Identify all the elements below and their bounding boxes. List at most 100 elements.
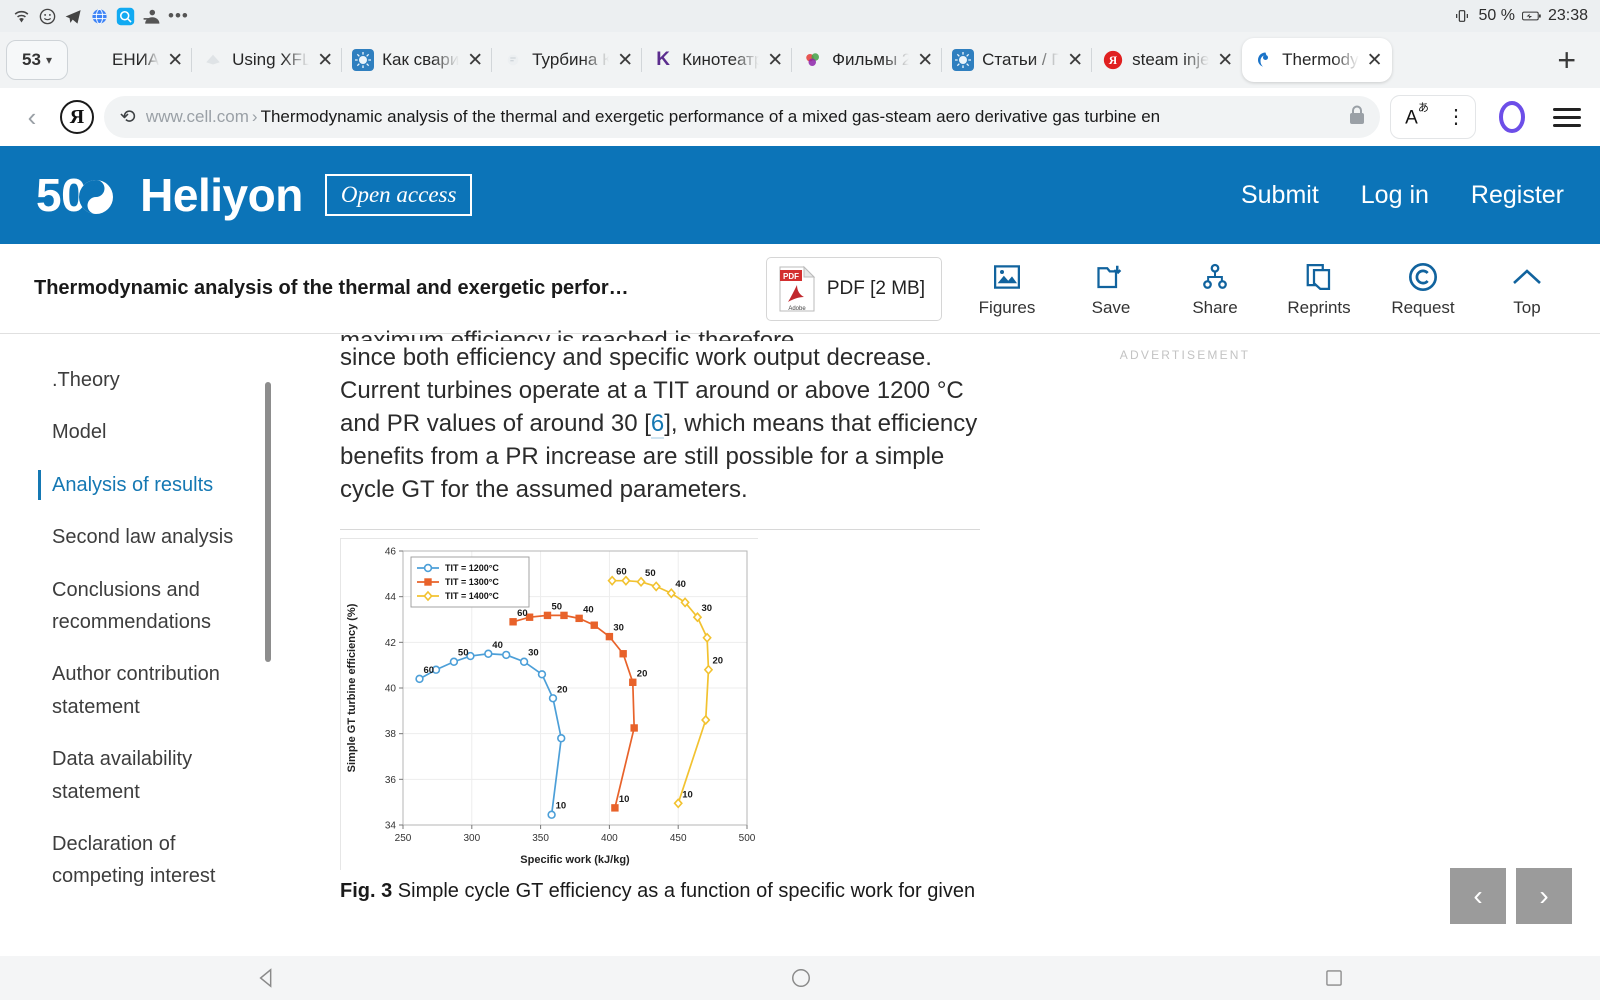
yandex-logo-icon[interactable]: Я xyxy=(60,100,94,134)
tab-title: Кинотеатр xyxy=(682,50,759,70)
article-outline-sidebar: .Theory Model Analysis of results Second… xyxy=(0,334,330,940)
recents-square-icon[interactable] xyxy=(1324,968,1344,988)
action-label: Figures xyxy=(979,298,1036,318)
browser-tab[interactable]: Как свари ✕ xyxy=(342,38,492,82)
svg-text:PDF: PDF xyxy=(783,272,799,281)
tab-close-button[interactable]: ✕ xyxy=(467,51,483,70)
svg-text:46: 46 xyxy=(385,546,397,557)
nav-submit-link[interactable]: Submit xyxy=(1241,181,1319,210)
browser-tab[interactable]: Я steam inje ✕ xyxy=(1092,38,1242,82)
action-share[interactable]: Share xyxy=(1176,260,1254,318)
pdf-button-label: PDF [2 MB] xyxy=(827,278,925,300)
sidebar-item-data-availability[interactable]: Data availability statement xyxy=(52,733,272,818)
svg-text:36: 36 xyxy=(385,774,397,785)
page-title: Thermodynamic analysis of the thermal an… xyxy=(34,277,629,300)
kebab-menu-button[interactable]: ⋮ xyxy=(1441,108,1471,126)
telegram-icon xyxy=(64,7,83,26)
advertisement-label: ADVERTISEMENT xyxy=(1020,348,1350,362)
overflow-dots-icon: ••• xyxy=(168,12,189,21)
action-figures[interactable]: Figures xyxy=(968,260,1046,318)
tab-count-button[interactable]: 53 ▾ xyxy=(6,40,68,80)
wifi-icon xyxy=(12,7,31,26)
sidebar-item-analysis-of-results[interactable]: Analysis of results xyxy=(52,459,272,511)
pdf-file-icon: PDF Adobe xyxy=(777,265,817,313)
action-label: Share xyxy=(1192,298,1237,318)
svg-text:Adobe: Adobe xyxy=(788,306,806,312)
sidebar-item-theory[interactable]: .Theory xyxy=(52,354,272,406)
tab-title: Фильмы 2 xyxy=(832,50,909,70)
pdf-download-button[interactable]: PDF Adobe PDF [2 MB] xyxy=(766,257,942,321)
action-request[interactable]: Request xyxy=(1384,260,1462,318)
svg-text:10: 10 xyxy=(556,800,567,811)
site-logo[interactable]: 50 Heliyon Open access xyxy=(36,168,472,222)
figure-3-chart[interactable]: 25030035040045050034363840424446Specific… xyxy=(340,538,758,870)
alice-assistant-icon[interactable] xyxy=(1494,99,1530,135)
browser-tab[interactable]: K Кинотеатр ✕ xyxy=(642,38,792,82)
sidebar-scrollbar[interactable] xyxy=(265,382,271,662)
action-top[interactable]: Top xyxy=(1488,260,1566,318)
translate-button[interactable]: Aあ xyxy=(1395,104,1439,129)
back-triangle-icon[interactable] xyxy=(256,967,278,989)
new-tab-button[interactable]: + xyxy=(1539,44,1594,76)
chevron-up-icon xyxy=(1511,260,1543,294)
reload-icon[interactable]: ⟳ xyxy=(120,106,136,129)
sidebar-item-conclusions[interactable]: Conclusions and recommendations xyxy=(52,564,272,649)
sidebar-item-author-contribution[interactable]: Author contribution statement xyxy=(52,648,272,733)
action-reprints[interactable]: Reprints xyxy=(1280,260,1358,318)
figure-caption-label: Fig. 3 xyxy=(340,880,392,902)
browser-tab[interactable]: Турбина К ✕ xyxy=(492,38,642,82)
browser-tab-active[interactable]: Thermody ✕ xyxy=(1242,38,1391,82)
citation-link-6[interactable]: 6 xyxy=(651,410,664,439)
yandex-icon: Я xyxy=(1102,49,1124,71)
menu-hamburger-icon[interactable] xyxy=(1548,108,1586,127)
nav-register-link[interactable]: Register xyxy=(1471,181,1564,210)
svg-text:38: 38 xyxy=(385,729,397,740)
translate-label: A xyxy=(1405,108,1418,129)
nav-login-link[interactable]: Log in xyxy=(1361,181,1429,210)
svg-text:30: 30 xyxy=(613,622,624,633)
svg-text:50: 50 xyxy=(458,647,469,658)
article-toolbar: Thermodynamic analysis of the thermal an… xyxy=(0,244,1600,334)
svg-text:60: 60 xyxy=(616,566,627,577)
figure-pager: ‹ › xyxy=(1450,868,1572,924)
browser-tab[interactable]: Статьи / П ✕ xyxy=(942,38,1092,82)
site-nav: Submit Log in Register xyxy=(1241,181,1564,210)
advertisement-rail: ADVERTISEMENT xyxy=(1020,334,1350,940)
tab-close-button[interactable]: ✕ xyxy=(1367,51,1383,70)
tab-title: Как свари xyxy=(382,50,459,70)
sidebar-item-model[interactable]: Model xyxy=(52,406,272,458)
sidebar-item-declaration[interactable]: Declaration of competing interest xyxy=(52,818,272,903)
tab-close-button[interactable]: ✕ xyxy=(1217,51,1233,70)
article-content: maximum efficiency is reached is therefo… xyxy=(330,334,1020,940)
site-logo-text: Heliyon xyxy=(140,168,303,222)
article-actions: PDF Adobe PDF [2 MB] Figures Save xyxy=(766,257,1566,321)
tab-close-button[interactable]: ✕ xyxy=(917,51,933,70)
save-folder-icon xyxy=(1096,260,1126,294)
back-button[interactable]: ‹ xyxy=(14,102,50,133)
svg-text:350: 350 xyxy=(532,833,549,844)
blue-sun-icon xyxy=(952,49,974,71)
pager-prev-button[interactable]: ‹ xyxy=(1450,868,1506,924)
chevron-down-icon: ▾ xyxy=(46,53,52,67)
figure-caption-text: Simple cycle GT efficiency as a function… xyxy=(340,880,975,902)
sidebar-item-second-law-analysis[interactable]: Second law analysis xyxy=(52,511,272,563)
blue-sun-icon xyxy=(352,49,374,71)
pager-next-button[interactable]: › xyxy=(1516,868,1572,924)
browser-tab[interactable]: Фильмы 2 ✕ xyxy=(792,38,942,82)
open-access-badge: Open access xyxy=(325,174,473,216)
action-save[interactable]: Save xyxy=(1072,260,1150,318)
svg-text:300: 300 xyxy=(463,833,480,844)
browser-tab[interactable]: ЕНИА ✕ xyxy=(72,38,192,82)
address-bar[interactable]: ⟳ www.cell.com›Thermodynamic analysis of… xyxy=(104,96,1380,138)
tab-close-button[interactable]: ✕ xyxy=(617,51,633,70)
vibrate-icon xyxy=(1452,7,1471,26)
browser-tab[interactable]: Using XFL ✕ xyxy=(192,38,342,82)
home-circle-icon[interactable] xyxy=(790,967,812,989)
address-bar-text: www.cell.com›Thermodynamic analysis of t… xyxy=(146,107,1338,127)
tab-close-button[interactable]: ✕ xyxy=(317,51,333,70)
tab-close-button[interactable]: ✕ xyxy=(1067,51,1083,70)
tab-close-button[interactable]: ✕ xyxy=(167,51,183,70)
tab-title: steam inje xyxy=(1132,50,1209,70)
tab-close-button[interactable]: ✕ xyxy=(767,51,783,70)
svg-text:42: 42 xyxy=(385,637,397,648)
